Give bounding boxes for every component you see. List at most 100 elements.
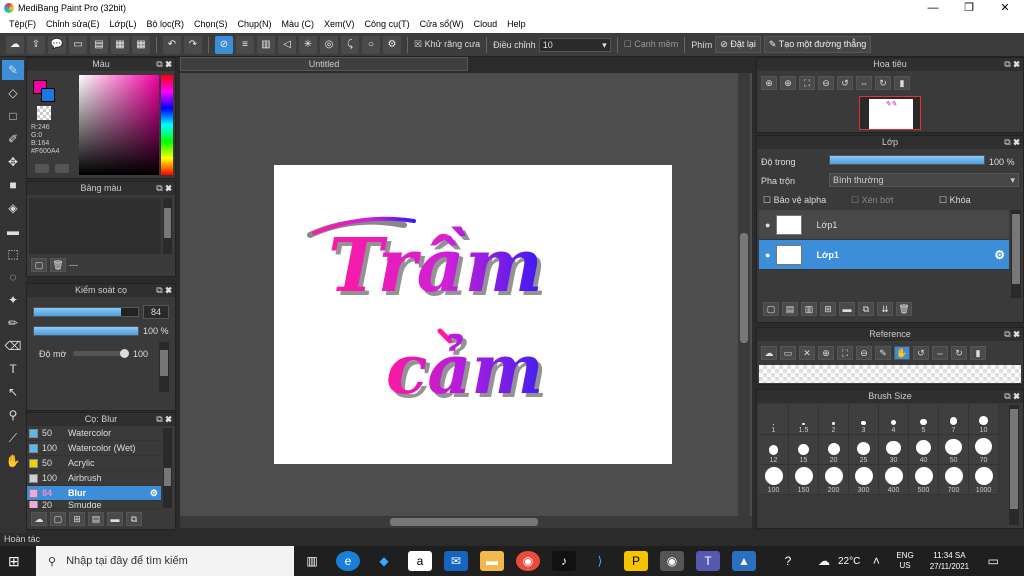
canvas-vscrollbar[interactable] [738,73,750,516]
maximize-button[interactable]: ❐ [952,0,986,17]
brush-size-option[interactable]: 400 [879,465,909,495]
brush-size-option[interactable]: 20 [819,435,849,465]
canvas-tab[interactable]: Untitled [180,57,468,71]
cloud-icon[interactable]: ☁ [761,346,777,360]
brush-size-option[interactable]: 7 [939,405,969,435]
mirror-icon[interactable]: ▮ [970,346,986,360]
menu-edit[interactable]: Chỉnh sửa(E) [41,17,105,33]
menu-select[interactable]: Chọn(S) [189,17,233,33]
brush-size-option[interactable]: 70 [969,435,999,465]
dot-tool-icon[interactable]: ✐ [2,129,24,149]
eye-icon[interactable]: ● [765,220,770,230]
amazon-icon[interactable]: a [408,551,432,571]
text-tool-icon[interactable]: T [2,359,24,379]
redo-icon[interactable]: ↷ [184,35,202,54]
color-mode-button[interactable] [35,164,49,173]
perspective-snap-icon[interactable]: ◁ [278,35,296,54]
hand-icon[interactable]: ✋ [894,346,910,360]
hue-slider[interactable] [161,75,173,175]
add-layer-menu-icon[interactable]: ⊞ [820,302,836,316]
protect-alpha-checkbox[interactable]: ☐ Bảo vệ alpha [763,195,826,206]
curve-snap-icon[interactable]: ⤹ [341,35,359,54]
brush-size-option[interactable]: 12 [759,435,789,465]
brush-size-option[interactable]: 1 [759,405,789,435]
duplicate-layer-icon[interactable]: ⧉ [858,302,874,316]
fit-icon[interactable]: ⛶ [837,346,853,360]
brush-tool-icon[interactable]: ✎ [2,60,24,80]
blend-dropdown[interactable]: Bình thường ▾ [829,173,1019,187]
menu-capture[interactable]: Chụp(N) [233,17,277,33]
circle-snap-icon[interactable]: ○ [362,35,380,54]
layer-row-selected[interactable]: ● Lớp1 ⚙ [759,240,1009,270]
app-icon[interactable]: P [624,551,648,571]
layer-scrollbar[interactable] [1011,210,1021,298]
brush-size-option[interactable]: 100 [759,465,789,495]
select-tool-icon[interactable]: ⬚ [2,244,24,264]
brush-size-option[interactable]: 1000 [969,465,999,495]
grid-icon[interactable]: ▦ [132,35,150,54]
merge-layer-icon[interactable]: ⇊ [877,302,893,316]
rotate-left-icon[interactable]: ↺ [913,346,929,360]
chrome-icon[interactable]: ◉ [516,551,540,571]
fill-rect-tool-icon[interactable]: ■ [2,175,24,195]
brush-size-option[interactable]: 300 [849,465,879,495]
brush-size-scrollbar[interactable] [1009,405,1019,525]
menu-tools[interactable]: Công cụ(T) [360,17,415,33]
help-icon[interactable]: ? [776,551,800,571]
new-palette-icon[interactable]: ▢ [31,258,47,272]
task-view-icon[interactable]: ▥ [300,551,324,571]
minimize-button[interactable]: — [916,0,950,17]
taskbar-search[interactable]: ⚲ Nhập tại đây để tìm kiếm [36,546,294,576]
panel-controls-icon[interactable]: ⧉ ✖ [156,413,172,426]
parallel-snap-icon[interactable]: ≡ [236,35,254,54]
windows-start-icon[interactable]: ⊞ [8,553,20,570]
eyedropper-icon[interactable]: ✎ [875,346,891,360]
reset-button[interactable]: ⊘ Đặt lại [715,36,761,53]
chat-icon[interactable]: ▭ [69,35,87,54]
gradient-tool-icon[interactable]: ▬ [2,221,24,241]
straight-line-button[interactable]: ✎ Tạo một đường thẳng [763,36,872,53]
menu-window[interactable]: Cửa sổ(W) [415,17,469,33]
brush-item[interactable]: 100 Airbrush [27,471,161,486]
gear-icon[interactable]: ⚙ [994,248,1005,262]
new-brush-icon[interactable]: ▢ [50,512,66,526]
brush-opacity-slider[interactable] [33,326,139,336]
panel-controls-icon[interactable]: ⧉ ✖ [1004,328,1020,341]
panel-controls-icon[interactable]: ⧉ ✖ [156,284,172,297]
mail-icon[interactable]: ✉ [444,551,468,571]
panel-controls-icon[interactable]: ⧉ ✖ [1004,58,1020,71]
divide-tool-icon[interactable]: ⟋ [2,428,24,448]
transparent-swatch[interactable] [37,106,51,120]
menu-view[interactable]: Xem(V) [319,17,360,33]
brush-control-scrollbar[interactable] [159,342,169,392]
undo-icon[interactable]: ↶ [163,35,181,54]
vscode-icon[interactable]: ⟩ [588,551,612,571]
brush-size-option[interactable]: 5 [909,405,939,435]
snap-off-icon[interactable]: ⊘ [215,35,233,54]
adjust-dropdown[interactable]: 10 ▾ [538,37,611,52]
dropbox-icon[interactable]: ◆ [372,551,396,571]
close-button[interactable]: ✕ [988,0,1022,17]
clip-checkbox[interactable]: ☐ Xén bớt [851,195,894,206]
brush-size-option[interactable]: 1.5 [789,405,819,435]
zoom-in-icon[interactable]: ⊕ [780,76,796,90]
concentric-snap-icon[interactable]: ◎ [320,35,338,54]
folder-icon[interactable]: ▬ [839,302,855,316]
menu-help[interactable]: Help [502,17,531,33]
tray-chevron-icon[interactable]: ˄ [864,551,888,571]
rotate-right-icon[interactable]: ↻ [875,76,891,90]
brush-settings-icon[interactable]: ▤ [88,512,104,526]
cloud-icon[interactable]: ☁ [6,35,24,54]
document-canvas[interactable]: Trầm Trầm cảm cảm [274,165,672,464]
palette-area[interactable] [29,198,161,254]
menu-filter[interactable]: Bộ lọc(R) [141,17,189,33]
brush-item[interactable]: 50 Acrylic [27,456,161,471]
gear-icon[interactable]: ⚙ [150,488,158,499]
add-brush-icon[interactable]: ⊞ [69,512,85,526]
eyedropper-tool-icon[interactable]: ⚲ [2,405,24,425]
storyboard-icon[interactable]: ▦ [111,35,129,54]
tiktok-icon[interactable]: ♪ [552,551,576,571]
layer-opacity-slider[interactable] [829,155,985,165]
navigator-preview[interactable]: ✎✎ [859,96,921,130]
brush-item[interactable]: 20 Smudge [27,501,161,509]
